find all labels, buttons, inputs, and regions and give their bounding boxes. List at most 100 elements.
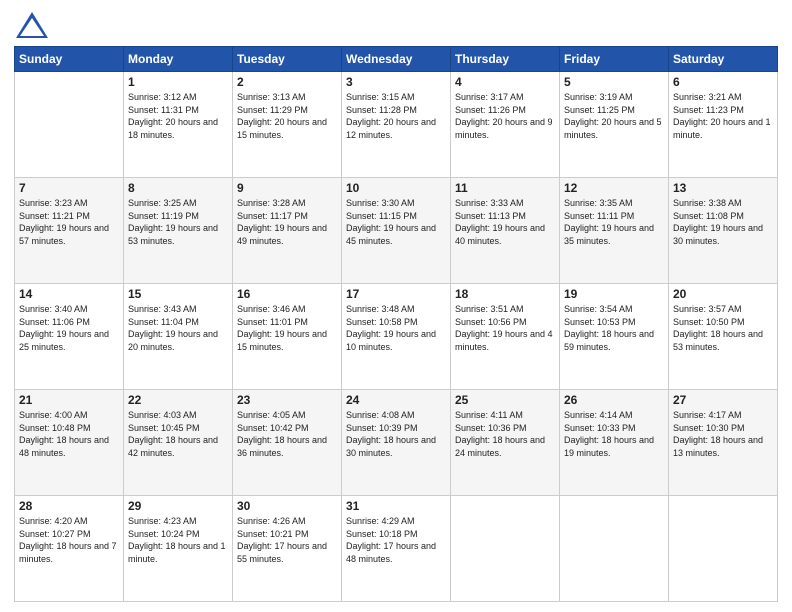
day-number: 17 (346, 287, 446, 301)
cell-info: Sunrise: 3:40 AMSunset: 11:06 PMDaylight… (19, 303, 119, 353)
cell-info: Sunrise: 3:13 AMSunset: 11:29 PMDaylight… (237, 91, 337, 141)
logo (14, 10, 52, 40)
calendar-cell: 22 Sunrise: 4:03 AMSunset: 10:45 PMDayli… (124, 390, 233, 496)
day-number: 12 (564, 181, 664, 195)
header (14, 10, 778, 40)
calendar-day-header: Friday (560, 47, 669, 72)
day-number: 27 (673, 393, 773, 407)
day-number: 19 (564, 287, 664, 301)
calendar-cell: 19 Sunrise: 3:54 AMSunset: 10:53 PMDayli… (560, 284, 669, 390)
cell-info: Sunrise: 3:35 AMSunset: 11:11 PMDaylight… (564, 197, 664, 247)
calendar-cell: 11 Sunrise: 3:33 AMSunset: 11:13 PMDayli… (451, 178, 560, 284)
calendar-cell: 8 Sunrise: 3:25 AMSunset: 11:19 PMDaylig… (124, 178, 233, 284)
page: SundayMondayTuesdayWednesdayThursdayFrid… (0, 0, 792, 612)
cell-info: Sunrise: 3:54 AMSunset: 10:53 PMDaylight… (564, 303, 664, 353)
calendar-cell: 25 Sunrise: 4:11 AMSunset: 10:36 PMDayli… (451, 390, 560, 496)
day-number: 2 (237, 75, 337, 89)
cell-info: Sunrise: 3:28 AMSunset: 11:17 PMDaylight… (237, 197, 337, 247)
day-number: 7 (19, 181, 119, 195)
calendar-week-row: 14 Sunrise: 3:40 AMSunset: 11:06 PMDayli… (15, 284, 778, 390)
calendar-cell: 3 Sunrise: 3:15 AMSunset: 11:28 PMDaylig… (342, 72, 451, 178)
cell-info: Sunrise: 3:57 AMSunset: 10:50 PMDaylight… (673, 303, 773, 353)
cell-info: Sunrise: 3:15 AMSunset: 11:28 PMDaylight… (346, 91, 446, 141)
day-number: 6 (673, 75, 773, 89)
cell-info: Sunrise: 4:11 AMSunset: 10:36 PMDaylight… (455, 409, 555, 459)
cell-info: Sunrise: 4:00 AMSunset: 10:48 PMDaylight… (19, 409, 119, 459)
day-number: 16 (237, 287, 337, 301)
calendar-day-header: Saturday (669, 47, 778, 72)
cell-info: Sunrise: 4:20 AMSunset: 10:27 PMDaylight… (19, 515, 119, 565)
cell-info: Sunrise: 4:03 AMSunset: 10:45 PMDaylight… (128, 409, 228, 459)
day-number: 8 (128, 181, 228, 195)
cell-info: Sunrise: 3:33 AMSunset: 11:13 PMDaylight… (455, 197, 555, 247)
calendar-week-row: 1 Sunrise: 3:12 AMSunset: 11:31 PMDaylig… (15, 72, 778, 178)
day-number: 5 (564, 75, 664, 89)
calendar-week-row: 21 Sunrise: 4:00 AMSunset: 10:48 PMDayli… (15, 390, 778, 496)
cell-info: Sunrise: 3:38 AMSunset: 11:08 PMDaylight… (673, 197, 773, 247)
calendar-day-header: Tuesday (233, 47, 342, 72)
cell-info: Sunrise: 3:17 AMSunset: 11:26 PMDaylight… (455, 91, 555, 141)
calendar-day-header: Thursday (451, 47, 560, 72)
cell-info: Sunrise: 3:19 AMSunset: 11:25 PMDaylight… (564, 91, 664, 141)
calendar-header-row: SundayMondayTuesdayWednesdayThursdayFrid… (15, 47, 778, 72)
cell-info: Sunrise: 4:05 AMSunset: 10:42 PMDaylight… (237, 409, 337, 459)
cell-info: Sunrise: 3:25 AMSunset: 11:19 PMDaylight… (128, 197, 228, 247)
cell-info: Sunrise: 3:43 AMSunset: 11:04 PMDaylight… (128, 303, 228, 353)
calendar-cell: 12 Sunrise: 3:35 AMSunset: 11:11 PMDayli… (560, 178, 669, 284)
calendar-cell: 18 Sunrise: 3:51 AMSunset: 10:56 PMDayli… (451, 284, 560, 390)
calendar-week-row: 28 Sunrise: 4:20 AMSunset: 10:27 PMDayli… (15, 496, 778, 602)
calendar-cell: 28 Sunrise: 4:20 AMSunset: 10:27 PMDayli… (15, 496, 124, 602)
cell-info: Sunrise: 3:48 AMSunset: 10:58 PMDaylight… (346, 303, 446, 353)
calendar-cell: 15 Sunrise: 3:43 AMSunset: 11:04 PMDayli… (124, 284, 233, 390)
day-number: 28 (19, 499, 119, 513)
day-number: 24 (346, 393, 446, 407)
calendar-cell: 2 Sunrise: 3:13 AMSunset: 11:29 PMDaylig… (233, 72, 342, 178)
calendar-week-row: 7 Sunrise: 3:23 AMSunset: 11:21 PMDaylig… (15, 178, 778, 284)
calendar-cell: 7 Sunrise: 3:23 AMSunset: 11:21 PMDaylig… (15, 178, 124, 284)
day-number: 1 (128, 75, 228, 89)
calendar-cell: 5 Sunrise: 3:19 AMSunset: 11:25 PMDaylig… (560, 72, 669, 178)
calendar-day-header: Monday (124, 47, 233, 72)
day-number: 13 (673, 181, 773, 195)
cell-info: Sunrise: 3:21 AMSunset: 11:23 PMDaylight… (673, 91, 773, 141)
calendar-cell: 16 Sunrise: 3:46 AMSunset: 11:01 PMDayli… (233, 284, 342, 390)
calendar-day-header: Wednesday (342, 47, 451, 72)
day-number: 22 (128, 393, 228, 407)
day-number: 31 (346, 499, 446, 513)
calendar-cell: 27 Sunrise: 4:17 AMSunset: 10:30 PMDayli… (669, 390, 778, 496)
calendar-cell: 4 Sunrise: 3:17 AMSunset: 11:26 PMDaylig… (451, 72, 560, 178)
day-number: 23 (237, 393, 337, 407)
day-number: 26 (564, 393, 664, 407)
cell-info: Sunrise: 3:51 AMSunset: 10:56 PMDaylight… (455, 303, 555, 353)
day-number: 3 (346, 75, 446, 89)
calendar-cell: 31 Sunrise: 4:29 AMSunset: 10:18 PMDayli… (342, 496, 451, 602)
day-number: 18 (455, 287, 555, 301)
day-number: 10 (346, 181, 446, 195)
cell-info: Sunrise: 4:29 AMSunset: 10:18 PMDaylight… (346, 515, 446, 565)
day-number: 29 (128, 499, 228, 513)
calendar-cell: 17 Sunrise: 3:48 AMSunset: 10:58 PMDayli… (342, 284, 451, 390)
cell-info: Sunrise: 4:08 AMSunset: 10:39 PMDaylight… (346, 409, 446, 459)
calendar-cell: 10 Sunrise: 3:30 AMSunset: 11:15 PMDayli… (342, 178, 451, 284)
day-number: 30 (237, 499, 337, 513)
calendar-cell: 29 Sunrise: 4:23 AMSunset: 10:24 PMDayli… (124, 496, 233, 602)
day-number: 14 (19, 287, 119, 301)
calendar-cell: 23 Sunrise: 4:05 AMSunset: 10:42 PMDayli… (233, 390, 342, 496)
calendar-cell: 21 Sunrise: 4:00 AMSunset: 10:48 PMDayli… (15, 390, 124, 496)
day-number: 21 (19, 393, 119, 407)
calendar-cell: 30 Sunrise: 4:26 AMSunset: 10:21 PMDayli… (233, 496, 342, 602)
cell-info: Sunrise: 3:23 AMSunset: 11:21 PMDaylight… (19, 197, 119, 247)
day-number: 15 (128, 287, 228, 301)
calendar-cell (451, 496, 560, 602)
calendar-cell: 13 Sunrise: 3:38 AMSunset: 11:08 PMDayli… (669, 178, 778, 284)
calendar-cell: 1 Sunrise: 3:12 AMSunset: 11:31 PMDaylig… (124, 72, 233, 178)
calendar-cell: 20 Sunrise: 3:57 AMSunset: 10:50 PMDayli… (669, 284, 778, 390)
calendar-cell: 24 Sunrise: 4:08 AMSunset: 10:39 PMDayli… (342, 390, 451, 496)
calendar-cell (15, 72, 124, 178)
day-number: 9 (237, 181, 337, 195)
calendar-cell (669, 496, 778, 602)
calendar-cell: 14 Sunrise: 3:40 AMSunset: 11:06 PMDayli… (15, 284, 124, 390)
calendar-cell: 26 Sunrise: 4:14 AMSunset: 10:33 PMDayli… (560, 390, 669, 496)
calendar-cell (560, 496, 669, 602)
calendar-table: SundayMondayTuesdayWednesdayThursdayFrid… (14, 46, 778, 602)
